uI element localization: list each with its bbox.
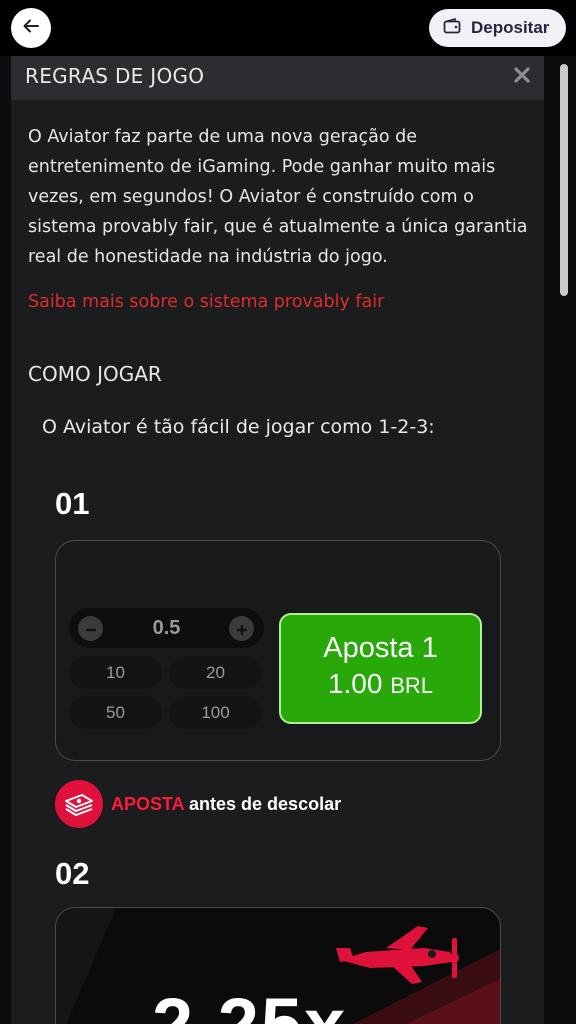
step-number-1: 01 [55,486,90,521]
close-button[interactable] [510,65,534,89]
caption-highlight: APOSTA [111,793,185,814]
chip-100[interactable]: 100 [169,696,262,729]
flight-illustration: 2.25x [55,907,501,1024]
caption-text: APOSTA antes de descolar [111,794,341,815]
caption-rest: antes de descolar [184,793,342,814]
chip-20[interactable]: 20 [169,656,262,689]
bet-currency: BRL [390,673,434,698]
provably-fair-link[interactable]: Saiba mais sobre o sistema provably fair [28,292,384,312]
wallet-icon [443,17,461,38]
deposit-button[interactable]: Depositar [429,9,566,47]
bet-button[interactable]: Aposta 1 1.00 BRL [279,613,482,724]
page-scrollbar[interactable] [557,58,571,1024]
close-icon [513,66,531,88]
arrow-left-icon [22,17,40,39]
money-icon [55,780,103,828]
step1-caption: APOSTA antes de descolar [55,779,341,829]
amount-stepper: 0.5 [69,608,264,648]
game-rules-modal: REGRAS DE JOGO O Aviator faz parte de um… [11,56,544,1024]
bet-panel-illustration: 0.5 10 20 50 100 Aposta 1 1.00 BRL [55,540,501,761]
scrollbar-thumb[interactable] [560,64,568,296]
bet-amount: 1.00 [327,668,383,699]
top-bar: Depositar [0,0,576,56]
bet-button-label: Aposta 1 [323,632,438,664]
chip-10[interactable]: 10 [69,656,162,689]
intro-paragraph: O Aviator faz parte de uma nova geração … [28,127,528,267]
how-to-play-heading: COMO JOGAR [28,362,162,386]
modal-header: REGRAS DE JOGO [11,56,544,100]
back-button[interactable] [11,8,51,48]
plus-button[interactable] [229,616,254,641]
plane-icon [332,918,472,996]
how-to-play-text: O Aviator é tão fácil de jogar como 1-2-… [42,416,435,438]
step-number-2: 02 [55,856,90,891]
deposit-label: Depositar [471,18,550,37]
chip-50[interactable]: 50 [69,696,162,729]
modal-title: REGRAS DE JOGO [25,64,205,88]
bet-button-amount-line: 1.00 BRL [281,668,480,700]
plus-icon [236,617,248,641]
multiplier-value: 2.25x [152,982,347,1024]
